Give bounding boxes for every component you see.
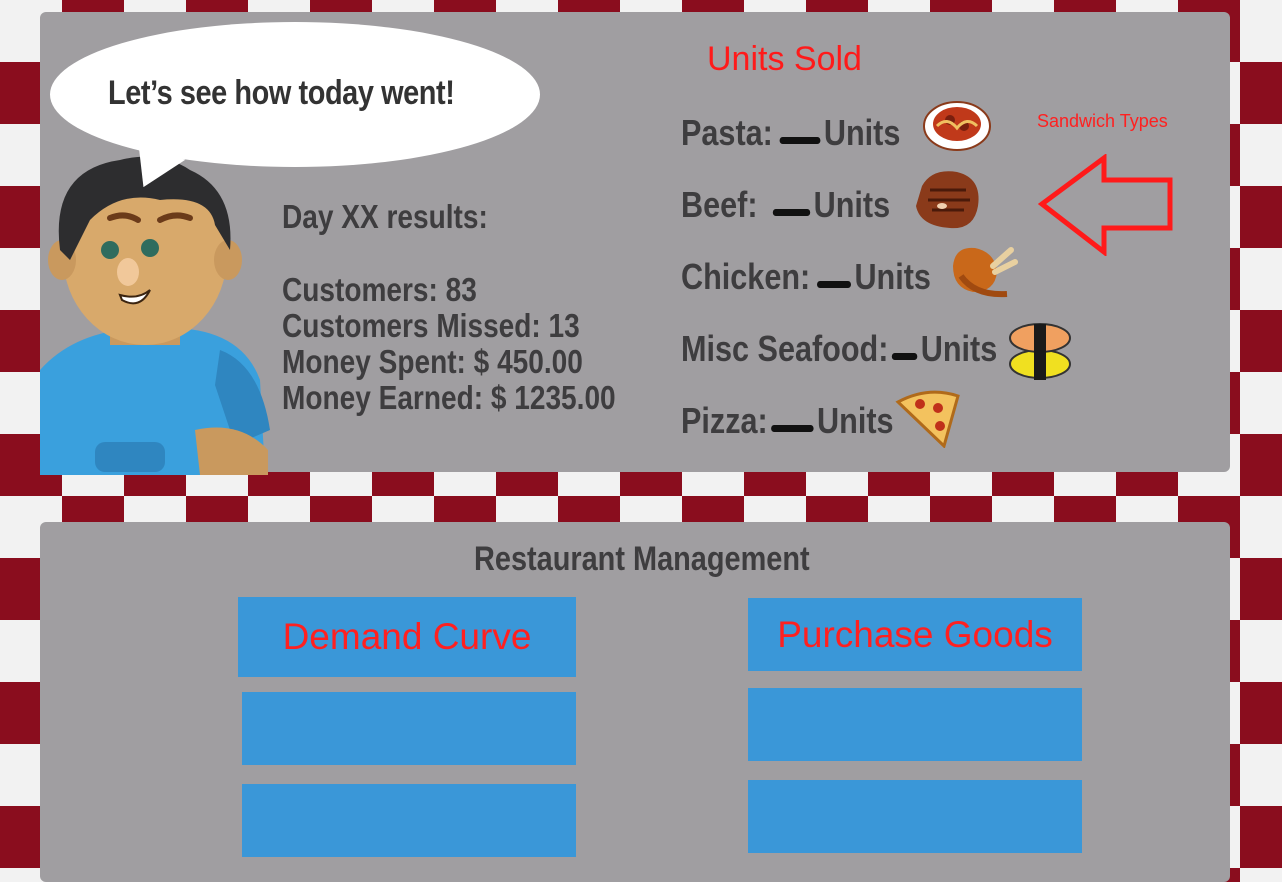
money-earned-stat: Money Earned: $ 1235.00 xyxy=(282,379,616,416)
purchase-goods-button[interactable]: Purchase Goods xyxy=(748,598,1082,671)
unit-blank xyxy=(817,280,852,288)
demand-curve-button[interactable]: Demand Curve xyxy=(238,597,576,677)
unit-suffix: Units xyxy=(823,112,901,153)
empty-button-right-3[interactable] xyxy=(748,780,1082,853)
speech-text: Let’s see how today went! xyxy=(108,74,455,112)
empty-button-left-3[interactable] xyxy=(242,784,576,857)
unit-label: Pasta: xyxy=(681,112,773,153)
unit-suffix: Units xyxy=(854,256,931,297)
unit-row-misc-seafood: Misc Seafood: Units xyxy=(681,328,997,370)
day-results-title: Day XX results: xyxy=(282,198,488,235)
units-sold-title: Units Sold xyxy=(707,40,862,78)
pizza-slice-icon xyxy=(895,390,960,448)
unit-suffix: Units xyxy=(817,400,894,441)
money-spent-stat: Money Spent: $ 450.00 xyxy=(282,343,583,380)
unit-blank xyxy=(891,352,918,360)
unit-row-pizza: Pizza: Units xyxy=(681,400,894,442)
unit-blank xyxy=(779,136,821,144)
sandwich-types-label: Sandwich Types xyxy=(1037,111,1168,131)
empty-button-left-2[interactable] xyxy=(242,692,576,765)
restaurant-management-title: Restaurant Management xyxy=(474,540,810,578)
pasta-icon xyxy=(923,101,991,151)
unit-label: Pizza: xyxy=(681,400,768,441)
unit-label: Beef: xyxy=(681,184,758,225)
unit-row-chicken: Chicken: Units xyxy=(681,256,931,298)
customers-stat: Customers: 83 xyxy=(282,271,477,308)
customers-missed-stat: Customers Missed: 13 xyxy=(282,307,580,344)
sushi-icon xyxy=(1009,323,1071,380)
unit-row-pasta: Pasta: Units xyxy=(681,112,900,154)
steak-icon xyxy=(916,171,979,229)
unit-label: Misc Seafood: xyxy=(681,328,889,369)
empty-button-right-2[interactable] xyxy=(748,688,1082,761)
chef-character xyxy=(40,156,270,475)
unit-blank xyxy=(772,208,811,216)
unit-label: Chicken: xyxy=(681,256,811,297)
stats-block: Customers: 83 Customers Missed: 13 Money… xyxy=(282,272,616,416)
unit-suffix: Units xyxy=(813,184,891,225)
unit-row-beef: Beef: Units xyxy=(681,184,890,226)
left-arrow-icon xyxy=(1038,154,1173,256)
unit-blank xyxy=(771,424,814,432)
unit-suffix: Units xyxy=(920,328,998,369)
chicken-leg-icon xyxy=(953,247,1018,298)
